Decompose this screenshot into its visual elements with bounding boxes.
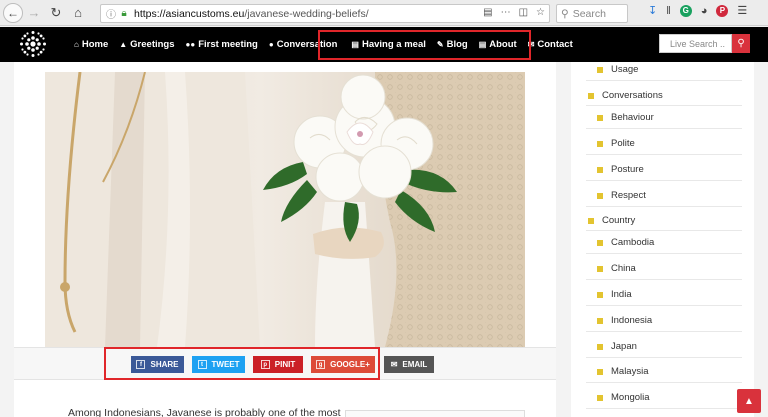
comment-icon: ● — [268, 40, 274, 49]
download-icon[interactable]: ↧ — [648, 4, 657, 17]
users-icon: ●● — [185, 40, 196, 49]
sidebar-item-india[interactable]: India — [597, 289, 632, 300]
pinterest-extension-icon[interactable]: P — [716, 4, 729, 17]
search-icon: ⚲ — [561, 7, 569, 20]
thumbs-up-icon: ▲ — [119, 40, 128, 49]
bullet-square — [597, 317, 603, 324]
sidebar-item-respect[interactable]: Respect — [597, 190, 646, 201]
live-search-input[interactable]: Live Search .. — [659, 34, 732, 53]
scroll-to-top-button[interactable]: ▲ — [737, 389, 761, 413]
divider — [586, 305, 742, 306]
divider — [586, 230, 742, 231]
divider — [586, 331, 742, 332]
chevron-up-icon: ▲ — [744, 395, 754, 407]
bullet-square — [597, 192, 603, 199]
reload-icon[interactable]: ↻ — [45, 2, 67, 24]
nav-item-home[interactable]: ⌂ Home — [74, 39, 108, 50]
address-bar[interactable]: ⓘ 🔒︎ https://asiancustoms.eu/javanese-we… — [100, 4, 550, 23]
sidebar-item-mongolia[interactable]: Mongolia — [597, 392, 650, 403]
site-logo-icon[interactable] — [18, 29, 48, 59]
nav-item-contact[interactable]: ✉ Contact — [528, 39, 573, 50]
grammarly-extension-icon[interactable]: G — [679, 4, 692, 17]
article-intro-text: Among Indonesians, Javanese is probably … — [68, 407, 341, 417]
bullet-square — [597, 140, 603, 147]
bullet-square — [597, 114, 603, 121]
pocket-icon[interactable]: ◫ — [519, 7, 528, 18]
bullet-square — [588, 217, 594, 224]
wedding-hero-image — [45, 72, 525, 347]
bullet-square — [597, 394, 603, 401]
divider — [586, 105, 742, 106]
ad-frame — [345, 410, 525, 417]
menu-icon[interactable]: ☰ — [737, 4, 747, 17]
divider — [586, 80, 742, 81]
nav-item-greetings[interactable]: ▲ Greetings — [119, 39, 174, 50]
home-icon: ⌂ — [74, 40, 79, 49]
browser-search-field[interactable]: ⚲ Search — [556, 4, 628, 23]
sidebar-item-china[interactable]: China — [597, 263, 636, 274]
bullet-square — [597, 343, 603, 350]
forward-arrow-icon[interactable]: → — [23, 2, 45, 24]
bullet-square — [597, 66, 603, 73]
search-icon: ⚲ — [737, 38, 745, 49]
divider — [586, 408, 742, 409]
sidebar-item-country[interactable]: Country — [588, 215, 635, 226]
browser-toolbar-right: ↧ ‖ G ◕ P ☰ — [648, 4, 747, 17]
sidebar-item-cambodia[interactable]: Cambodia — [597, 237, 654, 248]
sidebar-item-usage[interactable]: Usage — [597, 64, 638, 75]
home-icon[interactable]: ⌂ — [67, 2, 89, 24]
sidebar-item-posture[interactable]: Posture — [597, 164, 644, 175]
sidebar-item-behaviour[interactable]: Behaviour — [597, 112, 654, 123]
share-highlight-box — [104, 347, 380, 380]
info-icon[interactable]: ⓘ — [104, 6, 118, 21]
divider — [586, 154, 742, 155]
divider — [586, 253, 742, 254]
bullet-square — [597, 166, 603, 173]
envelope-icon: ✉ — [390, 360, 398, 369]
search-placeholder: Search — [572, 7, 606, 20]
sidebar-item-polite[interactable]: Polite — [597, 138, 635, 149]
back-arrow-icon[interactable]: ← — [3, 2, 23, 23]
divider — [586, 206, 742, 207]
sidebar-item-malaysia[interactable]: Malaysia — [597, 366, 649, 377]
live-search-button[interactable]: ⚲ — [732, 34, 750, 53]
url-text: https://asiancustoms.eu/javanese-wedding… — [134, 7, 369, 20]
sync-icon[interactable]: ◕ — [701, 5, 708, 17]
bullet-square — [597, 239, 603, 246]
lock-icon: 🔒︎ — [121, 8, 127, 19]
library-icon[interactable]: ‖ — [666, 5, 671, 17]
divider — [586, 357, 742, 358]
page-actions-icon[interactable]: ⋯ — [501, 7, 511, 18]
bullet-square — [597, 291, 603, 298]
bullet-square — [597, 368, 603, 375]
nav-item-first-meeting[interactable]: ●● First meeting — [186, 39, 258, 50]
divider — [586, 180, 742, 181]
sidebar-item-japan[interactable]: Japan — [597, 341, 637, 352]
sidebar-item-conversations[interactable]: Conversations — [588, 90, 663, 101]
divider — [586, 279, 742, 280]
email-button[interactable]: ✉ EMAIL — [384, 356, 434, 373]
bullet-square — [597, 265, 603, 272]
divider — [586, 128, 742, 129]
bookmark-star-icon[interactable]: ☆ — [536, 7, 545, 18]
reader-view-icon[interactable]: ▤ — [483, 7, 492, 18]
nav-highlight-box — [318, 30, 531, 60]
sidebar-item-indonesia[interactable]: Indonesia — [597, 315, 652, 326]
bullet-square — [588, 92, 594, 99]
divider — [586, 382, 742, 383]
